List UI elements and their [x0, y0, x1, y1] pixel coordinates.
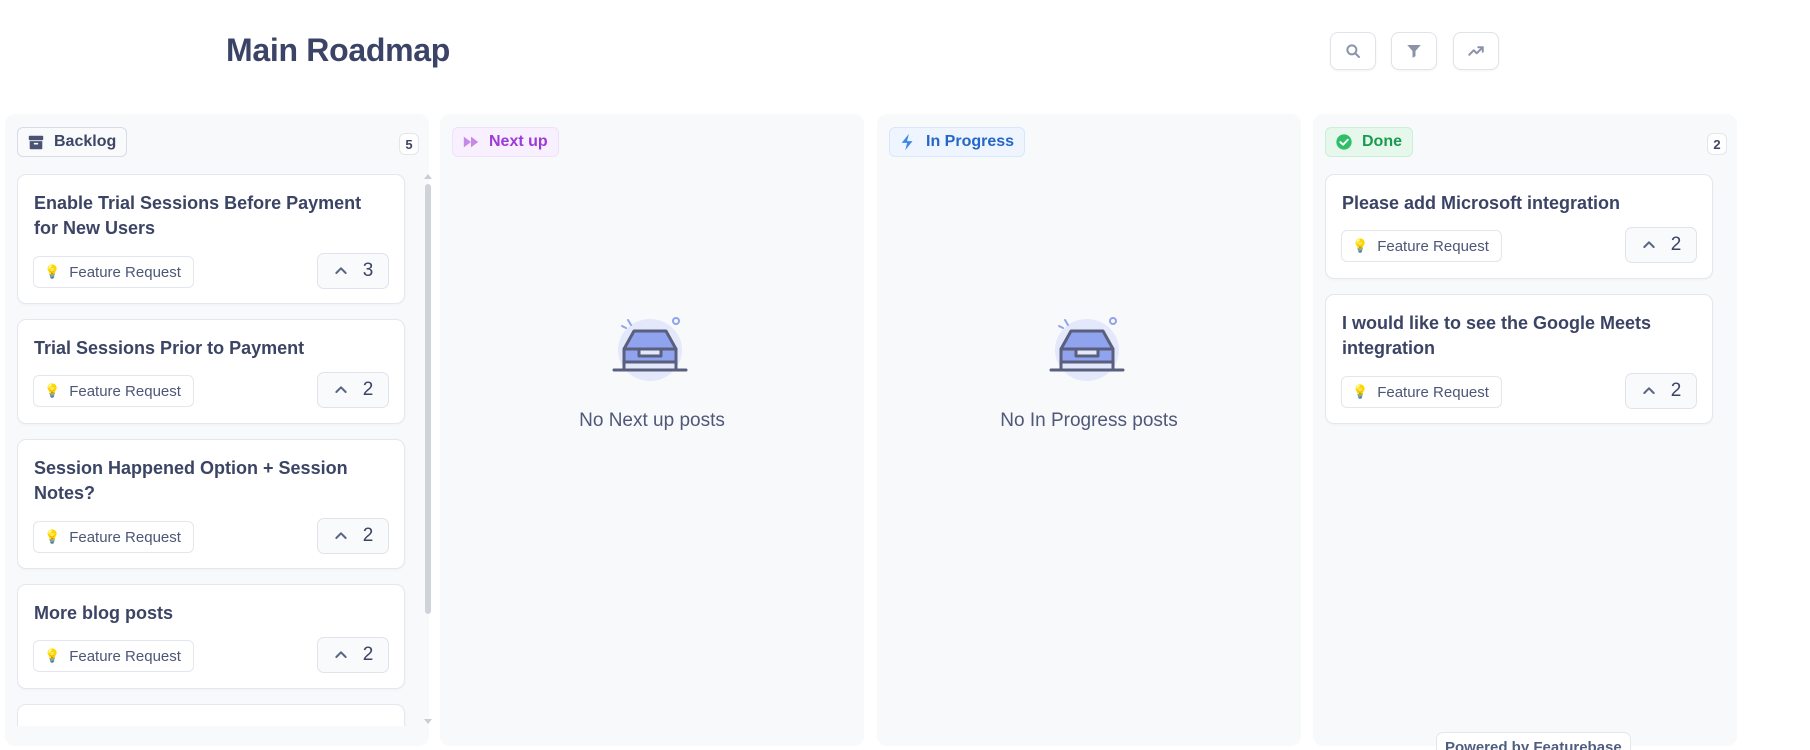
- column-title: Done: [1362, 133, 1402, 150]
- chevron-up-icon: [335, 651, 347, 658]
- powered-by-badge[interactable]: Powered by Featurebase: [1436, 732, 1631, 750]
- chevron-up-icon: [335, 386, 347, 393]
- column-title: Backlog: [54, 133, 117, 150]
- post-card[interactable]: [17, 704, 405, 726]
- vote-count: 2: [362, 525, 374, 546]
- post-tag[interactable]: 💡 Feature Request: [33, 640, 194, 672]
- chevron-up-icon: [1643, 241, 1655, 248]
- scroll-up-arrow[interactable]: [424, 174, 432, 179]
- column-backlog: Backlog 5 Enable Trial Sessions Before P…: [5, 114, 432, 746]
- post-title[interactable]: Session Happened Option + Session Notes?: [34, 456, 388, 506]
- archive-icon: [27, 133, 45, 151]
- search-button[interactable]: [1330, 32, 1376, 70]
- vote-count: 3: [362, 260, 374, 281]
- post-tag-label: Feature Request: [1377, 237, 1489, 255]
- lightbulb-icon: 💡: [1352, 238, 1369, 253]
- column-header-next-up[interactable]: Next up: [452, 127, 559, 157]
- post-tag[interactable]: 💡 Feature Request: [1341, 376, 1502, 408]
- upvote-button[interactable]: 2: [317, 372, 389, 408]
- empty-inbox-icon: [612, 317, 688, 381]
- column-header-backlog[interactable]: Backlog: [17, 127, 128, 157]
- trending-button[interactable]: [1453, 32, 1499, 70]
- empty-state: No In Progress posts: [877, 314, 1301, 432]
- check-circle-icon: [1335, 133, 1353, 151]
- upvote-button[interactable]: 2: [1625, 227, 1697, 263]
- post-tag[interactable]: 💡 Feature Request: [1341, 230, 1502, 262]
- scroll-down-arrow[interactable]: [424, 719, 432, 724]
- post-card[interactable]: Please add Microsoft integration 💡 Featu…: [1325, 174, 1713, 279]
- lightbulb-icon: 💡: [44, 529, 61, 544]
- upvote-button[interactable]: 2: [317, 637, 389, 673]
- vote-count: 2: [1670, 234, 1682, 255]
- chevron-up-icon: [335, 532, 347, 539]
- empty-state-text: No In Progress posts: [1000, 410, 1178, 431]
- lightbulb-icon: 💡: [44, 383, 61, 398]
- post-tag-label: Feature Request: [1377, 383, 1489, 401]
- page-title: Main Roadmap: [226, 32, 450, 68]
- done-card-list[interactable]: Please add Microsoft integration 💡 Featu…: [1325, 174, 1725, 726]
- empty-state-text: No Next up posts: [579, 410, 725, 431]
- vote-count: 2: [1670, 380, 1682, 401]
- filter-icon: [1407, 45, 1421, 58]
- lightning-icon: [899, 133, 917, 151]
- empty-state: No Next up posts: [440, 314, 864, 432]
- column-count: 5: [399, 133, 419, 155]
- lightbulb-icon: 💡: [1352, 384, 1369, 399]
- post-card[interactable]: Session Happened Option + Session Notes?…: [17, 439, 405, 569]
- post-title[interactable]: More blog posts: [34, 601, 388, 626]
- backlog-card-list[interactable]: Enable Trial Sessions Before Payment for…: [17, 174, 407, 726]
- filter-button[interactable]: [1391, 32, 1437, 70]
- post-tag-label: Feature Request: [69, 647, 181, 665]
- column-done: Done 2 Please add Microsoft integration …: [1313, 114, 1737, 746]
- post-card[interactable]: More blog posts 💡 Feature Request 2: [17, 584, 405, 689]
- post-tag-label: Feature Request: [69, 263, 181, 281]
- post-card[interactable]: Trial Sessions Prior to Payment 💡 Featur…: [17, 319, 405, 424]
- post-tag[interactable]: 💡 Feature Request: [33, 375, 194, 407]
- search-icon: [1346, 44, 1360, 58]
- upvote-button[interactable]: 2: [1625, 373, 1697, 409]
- post-tag-label: Feature Request: [69, 528, 181, 546]
- scroll-thumb[interactable]: [425, 184, 431, 614]
- post-title[interactable]: Please add Microsoft integration: [1342, 191, 1696, 216]
- upvote-button[interactable]: 3: [317, 253, 389, 289]
- fast-forward-icon: [462, 133, 480, 151]
- lightbulb-icon: 💡: [44, 264, 61, 279]
- backlog-scrollbar[interactable]: [423, 174, 433, 724]
- post-tag[interactable]: 💡 Feature Request: [33, 256, 194, 288]
- column-in-progress: In Progress No In Progress posts: [877, 114, 1301, 746]
- post-card[interactable]: I would like to see the Google Meets int…: [1325, 294, 1713, 424]
- post-tag-label: Feature Request: [69, 382, 181, 400]
- post-tag[interactable]: 💡 Feature Request: [33, 521, 194, 553]
- trending-icon: [1468, 46, 1484, 56]
- column-header-in-progress[interactable]: In Progress: [889, 127, 1026, 157]
- column-next-up: Next up No Next up posts: [440, 114, 864, 746]
- chevron-up-icon: [1643, 387, 1655, 394]
- vote-count: 2: [362, 379, 374, 400]
- column-title: In Progress: [926, 133, 1015, 150]
- chevron-up-icon: [335, 267, 347, 274]
- empty-inbox-icon: [1049, 317, 1125, 381]
- column-count: 2: [1707, 133, 1727, 155]
- column-title: Next up: [489, 133, 548, 150]
- lightbulb-icon: 💡: [44, 648, 61, 663]
- post-title[interactable]: Enable Trial Sessions Before Payment for…: [34, 191, 388, 241]
- post-card[interactable]: Enable Trial Sessions Before Payment for…: [17, 174, 405, 304]
- vote-count: 2: [362, 644, 374, 665]
- post-title[interactable]: Trial Sessions Prior to Payment: [34, 336, 388, 361]
- post-title[interactable]: I would like to see the Google Meets int…: [1342, 311, 1696, 361]
- upvote-button[interactable]: 2: [317, 518, 389, 554]
- column-header-done[interactable]: Done: [1325, 127, 1413, 157]
